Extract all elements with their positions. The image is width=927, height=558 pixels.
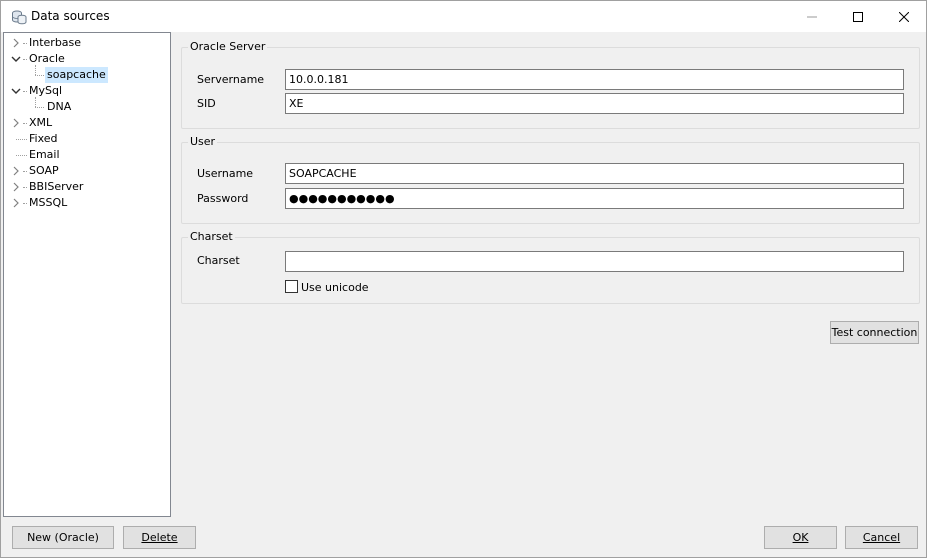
servername-label: Servername	[197, 73, 265, 86]
password-label: Password	[197, 192, 249, 205]
tree-item-label: Interbase	[29, 36, 82, 49]
tree-item-label: soapcache	[45, 67, 108, 83]
minimize-button[interactable]	[789, 1, 835, 32]
charset-label: Charset	[197, 254, 240, 267]
tree-item-soapcache[interactable]: soapcache	[4, 65, 170, 83]
tree-connector	[35, 107, 44, 108]
tree-item-label: MySql	[29, 84, 63, 97]
group-title: Charset	[188, 230, 235, 243]
use-unicode-checkbox[interactable]	[285, 280, 298, 293]
maximize-icon	[853, 11, 863, 22]
sid-label: SID	[197, 97, 216, 110]
datasource-tree[interactable]: Interbase Oracle soapcache MySql DNA XML…	[3, 32, 171, 517]
use-unicode-label[interactable]: Use unicode	[301, 281, 369, 294]
close-button[interactable]	[881, 1, 927, 32]
tree-item-bbiserver[interactable]: BBIServer	[4, 179, 170, 195]
cancel-button[interactable]: Cancel	[845, 526, 918, 549]
tree-item-mssql[interactable]: MSSQL	[4, 195, 170, 211]
tree-item-label: Fixed	[29, 132, 58, 145]
tree-item-oracle[interactable]: Oracle	[4, 51, 170, 67]
charset-input[interactable]	[285, 251, 904, 272]
close-icon	[899, 11, 909, 22]
window-title: Data sources	[31, 9, 110, 23]
tree-item-interbase[interactable]: Interbase	[4, 35, 170, 51]
database-icon	[11, 9, 27, 25]
test-connection-button[interactable]: Test connection	[830, 321, 919, 344]
servername-input[interactable]: 10.0.0.181	[285, 69, 904, 90]
tree-item-label: Oracle	[29, 52, 65, 65]
tree-connector	[35, 65, 36, 75]
title-bar[interactable]: Data sources	[1, 1, 926, 32]
tree-item-label: SOAP	[29, 164, 59, 177]
tree-item-soap[interactable]: SOAP	[4, 163, 170, 179]
new-button[interactable]: New (Oracle)	[12, 526, 114, 549]
ok-button[interactable]: OK	[764, 526, 837, 549]
tree-item-label: BBIServer	[29, 180, 84, 193]
username-input[interactable]: SOAPCACHE	[285, 163, 904, 184]
password-input[interactable]: ●●●●●●●●●●●	[285, 188, 904, 209]
tree-connector	[16, 155, 27, 156]
tree-item-label: Email	[29, 148, 60, 161]
tree-item-label: DNA	[47, 100, 72, 113]
data-sources-window: Data sources Interbase Oracle soapcache …	[0, 0, 927, 558]
chevron-right-icon[interactable]	[11, 118, 21, 128]
minimize-icon	[807, 16, 817, 17]
tree-connector	[16, 139, 27, 140]
group-title: User	[188, 135, 218, 148]
tree-item-label: MSSQL	[29, 196, 68, 209]
username-label: Username	[197, 167, 254, 180]
tree-item-dna[interactable]: DNA	[4, 97, 170, 115]
tree-item-mysql[interactable]: MySql	[4, 83, 170, 99]
group-title: Oracle Server	[188, 40, 268, 53]
maximize-button[interactable]	[835, 1, 881, 32]
sid-input[interactable]: XE	[285, 93, 904, 114]
chevron-right-icon[interactable]	[11, 38, 21, 48]
chevron-down-icon[interactable]	[11, 86, 21, 96]
delete-button[interactable]: Delete	[123, 526, 196, 549]
chevron-right-icon[interactable]	[11, 166, 21, 176]
chevron-right-icon[interactable]	[11, 182, 21, 192]
tree-item-fixed[interactable]: Fixed	[4, 131, 170, 147]
chevron-right-icon[interactable]	[11, 198, 21, 208]
tree-item-label: XML	[29, 116, 53, 129]
chevron-down-icon[interactable]	[11, 54, 21, 64]
tree-connector	[35, 97, 36, 107]
tree-connector	[35, 75, 44, 76]
tree-item-xml[interactable]: XML	[4, 115, 170, 131]
tree-item-email[interactable]: Email	[4, 147, 170, 163]
